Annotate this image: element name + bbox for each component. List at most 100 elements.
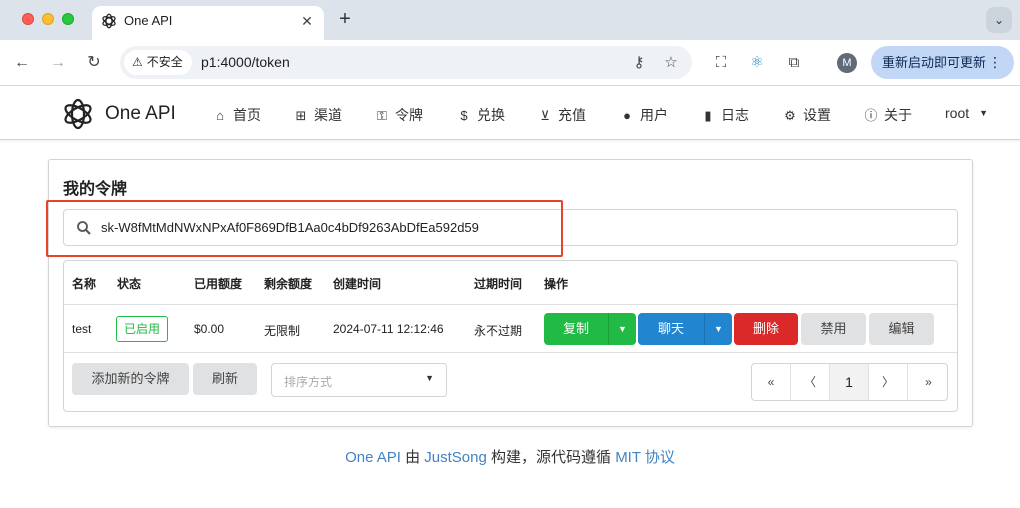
nav-redeem-label: 兑换 — [477, 107, 505, 123]
gear-icon: ⚙ — [784, 108, 796, 123]
sort-select[interactable]: 排序方式 ▼ — [271, 363, 447, 397]
chat-dropdown-caret-icon[interactable]: ▼ — [704, 313, 732, 345]
expire-time: 永不过期 — [474, 324, 523, 338]
one-api-link[interactable]: One API — [345, 449, 401, 466]
prev-page-button[interactable]: 〈 — [791, 364, 830, 400]
status-badge: 已启用 — [116, 316, 169, 342]
nav-topup[interactable]: ⊻ 充值 — [537, 105, 586, 125]
react-devtools-icon[interactable]: ⚛ — [746, 52, 768, 74]
tokens-card: 我的令牌 sk-W8fMtMdNWxNPxAf0F869DfB1Aa0c4bDf… — [46, 159, 973, 427]
chat-button[interactable]: 聊天 ▼ — [638, 313, 732, 345]
column-header-actions: 操作 — [544, 277, 569, 291]
copy-button[interactable]: 复制 ▼ — [544, 313, 636, 345]
tab-search-button[interactable]: ⌄ — [986, 7, 1012, 33]
justsong-link[interactable]: JustSong — [424, 449, 487, 466]
pagination: « 〈 1 〉 » — [751, 363, 948, 401]
dropdown-caret-icon: ▼ — [425, 373, 434, 383]
nav-tokens-label: 令牌 — [395, 107, 423, 123]
column-header-used[interactable]: 已用额度 — [194, 275, 242, 292]
disable-button[interactable]: 禁用 — [801, 313, 866, 345]
nav-logs-label: 日志 — [721, 107, 749, 123]
minimize-window-button[interactable] — [42, 13, 54, 25]
mit-license-link[interactable]: MIT 协议 — [615, 449, 675, 466]
created-time: 2024-07-11 12:12:46 — [333, 322, 444, 336]
url-text[interactable]: p1:4000/token — [201, 54, 290, 70]
user-dropdown[interactable]: root ▼ — [945, 105, 988, 121]
footer-text-license: 构建，源代码遵循 — [486, 449, 616, 466]
used-quota: $0.00 — [194, 322, 225, 336]
nav-settings[interactable]: ⚙ 设置 — [782, 105, 831, 125]
table-footer: 添加新的令牌 刷新 排序方式 ▼ « 〈 1 〉 » — [64, 354, 957, 411]
back-icon[interactable]: ← — [11, 52, 33, 74]
info-icon: ⓘ — [864, 108, 878, 123]
more-menu-icon: ⋮ — [988, 54, 1002, 70]
sitemap-icon: ⊞ — [295, 108, 307, 123]
browser-tab[interactable]: One API ✕ — [92, 6, 324, 40]
close-window-button[interactable] — [22, 13, 34, 25]
tokens-table: 名称 状态 已用额度 剩余额度 创建时间 过期时间 操作 test 已启用 $0… — [63, 260, 958, 412]
nav-channels-label: 渠道 — [314, 107, 342, 123]
brand-name[interactable]: One API — [105, 103, 176, 125]
nav-redeem[interactable]: $ 兑换 — [456, 105, 505, 125]
app-header: One API ⌂ 首页 ⊞ 渠道 ⚿ 令牌 $ 兑换 ⊻ 充值 ● 用户 ▮ 日志 ⚙ 设置 … — [0, 87, 1020, 140]
nav-users-label: 用户 — [640, 107, 668, 123]
bookmark-star-icon[interactable]: ☆ — [660, 52, 682, 74]
nav-topup-label: 充值 — [558, 107, 586, 123]
column-header-name[interactable]: 名称 — [72, 275, 96, 292]
update-label: 重新启动即可更新 — [882, 55, 987, 70]
caret-down-icon: ▼ — [979, 108, 989, 118]
forward-icon[interactable]: → — [47, 52, 69, 74]
first-page-button[interactable]: « — [752, 364, 791, 400]
nav-about[interactable]: ⓘ 关于 — [863, 105, 912, 125]
column-header-remaining[interactable]: 剩余额度 — [264, 275, 312, 292]
footer-text-by: 由 — [400, 449, 425, 466]
relaunch-update-button[interactable]: 重新启动即可更新 ⋮ — [871, 46, 1014, 79]
page-title: 我的令牌 — [63, 181, 128, 198]
nav-channels[interactable]: ⊞ 渠道 — [293, 105, 342, 125]
browser-tab-strip: One API ✕ + ⌄ — [0, 0, 1020, 40]
tab-close-icon[interactable]: ✕ — [298, 12, 316, 30]
warning-icon: ⚠ — [132, 55, 143, 69]
nav-tokens[interactable]: ⚿ 令牌 — [374, 105, 423, 125]
user-icon: ● — [623, 108, 631, 123]
remaining-quota: 无限制 — [264, 324, 301, 338]
copy-label: 复制 — [562, 321, 589, 336]
nav-about-label: 关于 — [884, 107, 912, 123]
last-page-button[interactable]: » — [908, 364, 947, 400]
screenshot-icon[interactable]: ⛶ — [710, 52, 732, 74]
column-header-expires[interactable]: 过期时间 — [474, 275, 522, 292]
dollar-icon: $ — [460, 108, 468, 123]
column-header-status[interactable]: 状态 — [117, 275, 141, 292]
security-chip[interactable]: ⚠ 不安全 — [124, 50, 192, 75]
column-header-created[interactable]: 创建时间 — [333, 275, 381, 292]
edit-button[interactable]: 编辑 — [869, 313, 934, 345]
key-password-icon[interactable]: ⚷ — [628, 52, 650, 74]
new-tab-button[interactable]: + — [334, 8, 356, 30]
nav-users[interactable]: ● 用户 — [619, 105, 668, 125]
key-icon: ⚿ — [377, 108, 387, 123]
copy-dropdown-caret-icon[interactable]: ▼ — [608, 313, 636, 345]
browser-toolbar: ← → ↻ ⚠ 不安全 p1:4000/token ⚷ ☆ ⛶ ⚛ ⧉ M 重新启… — [0, 40, 1020, 86]
nav-logs[interactable]: ▮ 日志 — [700, 105, 749, 125]
profile-avatar[interactable]: M — [837, 53, 857, 73]
sort-placeholder: 排序方式 — [284, 375, 333, 389]
tab-title: One API — [124, 13, 173, 28]
page-number-button[interactable]: 1 — [830, 364, 869, 400]
refresh-button[interactable]: 刷新 — [193, 363, 257, 395]
delete-button[interactable]: 删除 — [734, 313, 798, 345]
address-bar[interactable]: ⚠ 不安全 p1:4000/token ⚷ ☆ — [120, 46, 692, 79]
reload-icon[interactable]: ↻ — [83, 52, 105, 74]
chat-label: 聊天 — [657, 321, 684, 336]
next-page-button[interactable]: 〉 — [869, 364, 908, 400]
maximize-window-button[interactable] — [62, 13, 74, 25]
extensions-icon[interactable]: ⧉ — [783, 52, 805, 74]
nav-settings-label: 设置 — [803, 107, 831, 123]
add-token-button[interactable]: 添加新的令牌 — [72, 363, 189, 395]
table-row: test 已启用 $0.00 无限制 2024-07-11 12:12:46 永… — [64, 306, 957, 353]
nav-home-label: 首页 — [233, 107, 261, 123]
insecure-label: 不安全 — [146, 55, 183, 69]
openai-logo-icon[interactable] — [60, 96, 96, 132]
openai-favicon-icon — [102, 13, 116, 29]
nav-home[interactable]: ⌂ 首页 — [212, 105, 261, 125]
token-name: test — [72, 322, 92, 336]
